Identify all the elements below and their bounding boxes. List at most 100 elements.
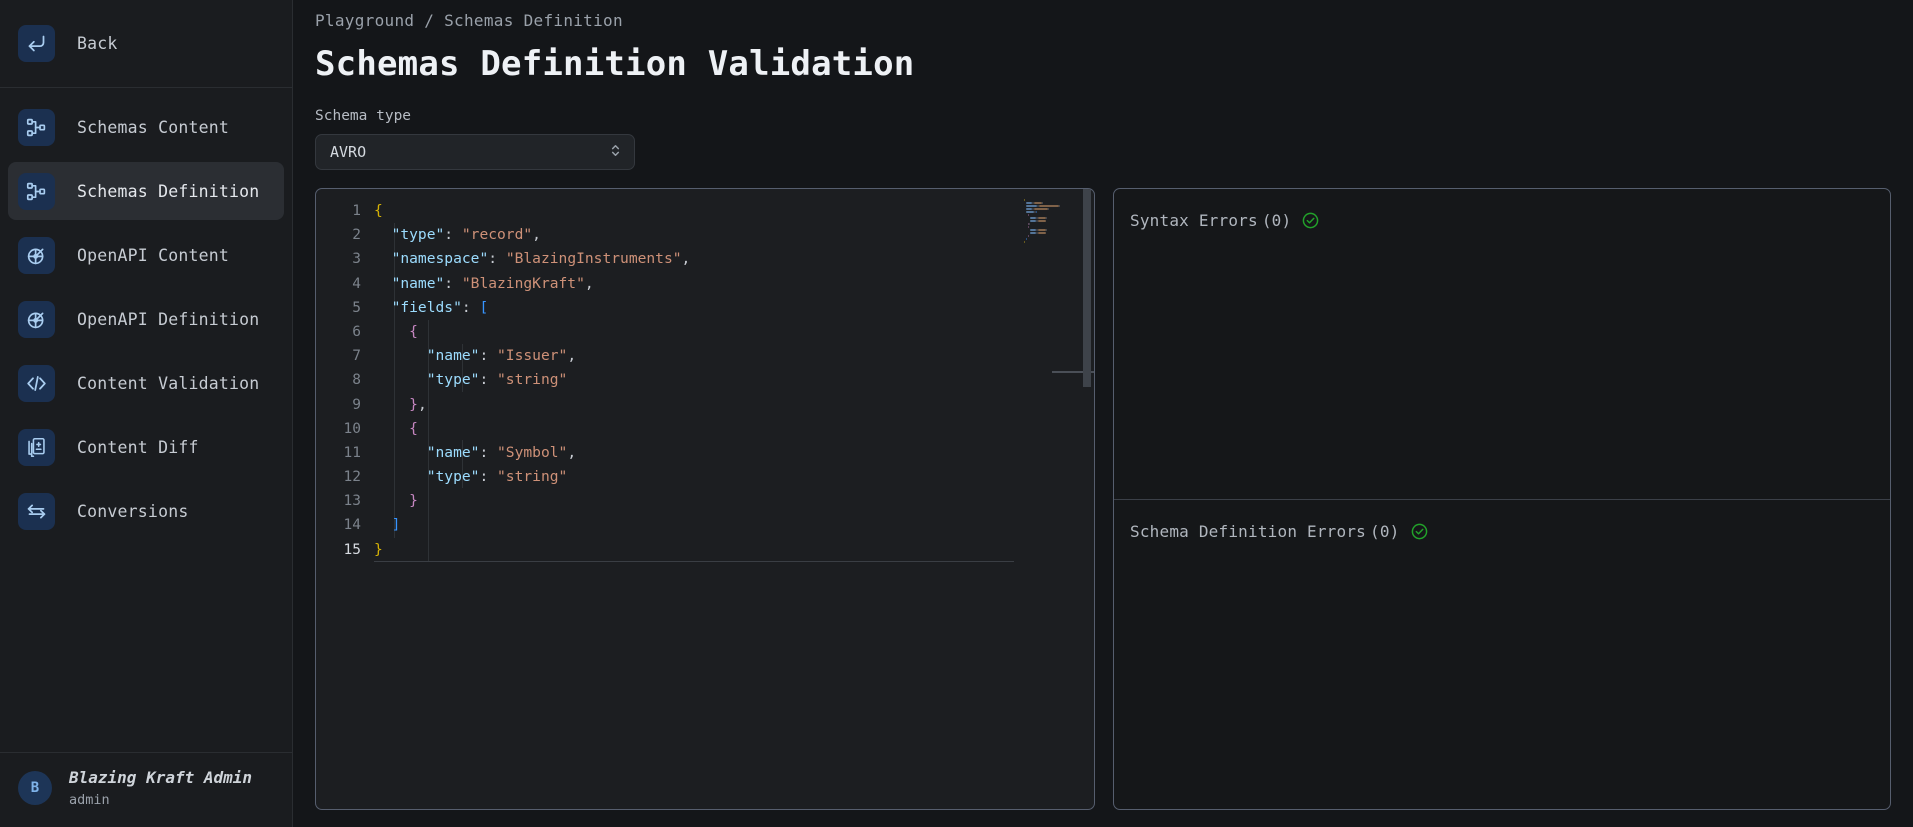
swap-arrows-icon — [18, 492, 55, 530]
editor-code-line[interactable]: "name": "Issuer", — [374, 344, 1094, 368]
sidebar-nav-list: Schemas Content Schemas Definition OpenAPI… — [0, 92, 292, 546]
minimap-line-segment — [1028, 214, 1029, 216]
schema-type-select[interactable]: AVRO — [315, 134, 635, 170]
page-title: Schemas Definition Validation — [315, 44, 915, 84]
minimap-line-segment — [1059, 205, 1060, 207]
sidebar-item-openapi-content[interactable]: OpenAPI Content — [8, 226, 284, 284]
sidebar-item-openapi-definition[interactable]: OpenAPI Definition — [8, 290, 284, 348]
editor-code-line[interactable]: "fields": [ — [374, 296, 1094, 320]
schema-definition-errors-label: Schema Definition Errors — [1130, 522, 1366, 541]
syntax-errors-header: Syntax Errors (0) — [1130, 211, 1890, 230]
editor-code-line[interactable]: } — [374, 538, 1094, 563]
code-token: "BlazingKraft" — [461, 274, 585, 292]
code-token: "namespace" — [391, 250, 489, 268]
editor-scrollbar[interactable] — [1080, 189, 1094, 809]
sidebar-item-label: Content Diff — [77, 437, 199, 457]
code-token: ] — [391, 516, 401, 534]
editor-code-line[interactable]: "name": "Symbol", — [374, 441, 1094, 465]
editor-code-line[interactable]: "type": "string" — [374, 465, 1094, 489]
code-token: "name" — [426, 443, 480, 461]
code-token: : — [479, 371, 498, 389]
editor-line-number: 9 — [352, 396, 361, 413]
minimap-line-segment — [1029, 223, 1030, 225]
code-token: "type" — [426, 468, 480, 486]
user-name: Blazing Kraft Admin — [69, 768, 253, 788]
sidebar-item-content-validation[interactable]: Content Validation — [8, 354, 284, 412]
sidebar-item-schemas-content[interactable]: Schemas Content — [8, 98, 284, 156]
editor-minimap[interactable] — [1024, 197, 1066, 797]
editor-code-line[interactable]: "namespace": "BlazingInstruments", — [374, 247, 1094, 271]
editor-code-area[interactable]: { "type": "record", "namespace": "Blazin… — [374, 189, 1094, 809]
code-token: { — [409, 322, 418, 340]
schema-type-label: Schema type — [315, 108, 412, 124]
document-diff-icon — [18, 428, 55, 466]
editor-line-number: 14 — [343, 517, 361, 534]
editor-line-number: 2 — [352, 227, 361, 244]
check-circle-icon — [1411, 523, 1428, 540]
breadcrumb[interactable]: Playground / Schemas Definition — [315, 0, 1913, 30]
sidebar-item-label: Content Validation — [77, 373, 260, 393]
schema-definition-errors-header: Schema Definition Errors (0) — [1130, 522, 1890, 541]
sidebar-item-label: Schemas Definition — [77, 181, 260, 201]
sidebar-user-box[interactable]: B Blazing Kraft Admin admin — [0, 753, 292, 827]
editor-line-number: 1 — [352, 203, 361, 219]
minimap-line-segment — [1048, 208, 1049, 210]
schema-definition-errors-count: (0) — [1370, 522, 1400, 541]
editor-code-line[interactable]: "name": "BlazingKraft", — [374, 272, 1094, 296]
editor-code-line[interactable]: "type": "string" — [374, 368, 1094, 392]
editor-code-line[interactable]: }, — [374, 393, 1094, 417]
sidebar-item-content-diff[interactable]: Content Diff — [8, 418, 284, 476]
minimap-line-segment — [1026, 238, 1027, 240]
editor-line-numbers: 1 2 3 4 5 6 7 8 9 10 11 12 13 14 15 — [316, 189, 374, 809]
editor-scrollbar-thumb[interactable] — [1083, 189, 1091, 387]
panels-row: 1 2 3 4 5 6 7 8 9 10 11 12 13 14 15 { "type": "record"… — [315, 188, 1913, 810]
code-token: "BlazingInstruments" — [505, 250, 682, 268]
schema-tree-icon — [18, 172, 55, 210]
main-content: Playground / Schemas Definition Schemas … — [293, 0, 1913, 827]
code-token: } — [374, 540, 383, 558]
minimap-line-segment — [1034, 202, 1042, 204]
code-token: : — [461, 298, 480, 316]
minimap-line-segment — [1028, 226, 1029, 228]
editor-code-line[interactable]: { — [374, 417, 1094, 441]
sidebar-divider — [0, 87, 292, 88]
minimap-line-segment — [1024, 241, 1025, 243]
code-token: } — [409, 492, 418, 510]
editor-code-line[interactable]: } — [374, 489, 1094, 513]
sidebar-item-label: OpenAPI Content — [77, 245, 230, 265]
sidebar-item-schemas-definition[interactable]: Schemas Definition — [8, 162, 284, 220]
sidebar-item-conversions[interactable]: Conversions — [8, 482, 284, 540]
editor-code-line[interactable]: { — [374, 199, 1094, 223]
editor-code-line[interactable]: "type": "record", — [374, 223, 1094, 247]
code-token: "type" — [426, 371, 480, 389]
code-token: , — [681, 250, 691, 268]
code-token: : — [479, 347, 498, 365]
syntax-errors-block: Syntax Errors (0) — [1114, 189, 1890, 499]
code-token: "Symbol" — [497, 443, 568, 461]
editor-line-number: 3 — [352, 251, 361, 268]
minimap-line-segment — [1034, 208, 1048, 210]
editor-line-number: 15 — [343, 541, 361, 558]
schema-tree-icon — [18, 108, 55, 146]
sidebar-item-label: Conversions — [77, 501, 189, 521]
minimap-line-segment — [1046, 217, 1047, 219]
sidebar-item-back[interactable]: Back — [8, 14, 284, 72]
code-token: , — [567, 347, 577, 365]
code-token: , — [417, 395, 427, 413]
code-token: , — [584, 274, 594, 292]
schema-code-editor[interactable]: 1 2 3 4 5 6 7 8 9 10 11 12 13 14 15 { "type": "record"… — [315, 188, 1095, 810]
code-token: , — [532, 226, 541, 244]
editor-code-line[interactable]: ] — [374, 513, 1094, 537]
minimap-line-segment — [1024, 199, 1025, 201]
editor-code-line[interactable]: { — [374, 320, 1094, 344]
code-token: , — [567, 443, 577, 461]
user-role: admin — [69, 791, 110, 808]
